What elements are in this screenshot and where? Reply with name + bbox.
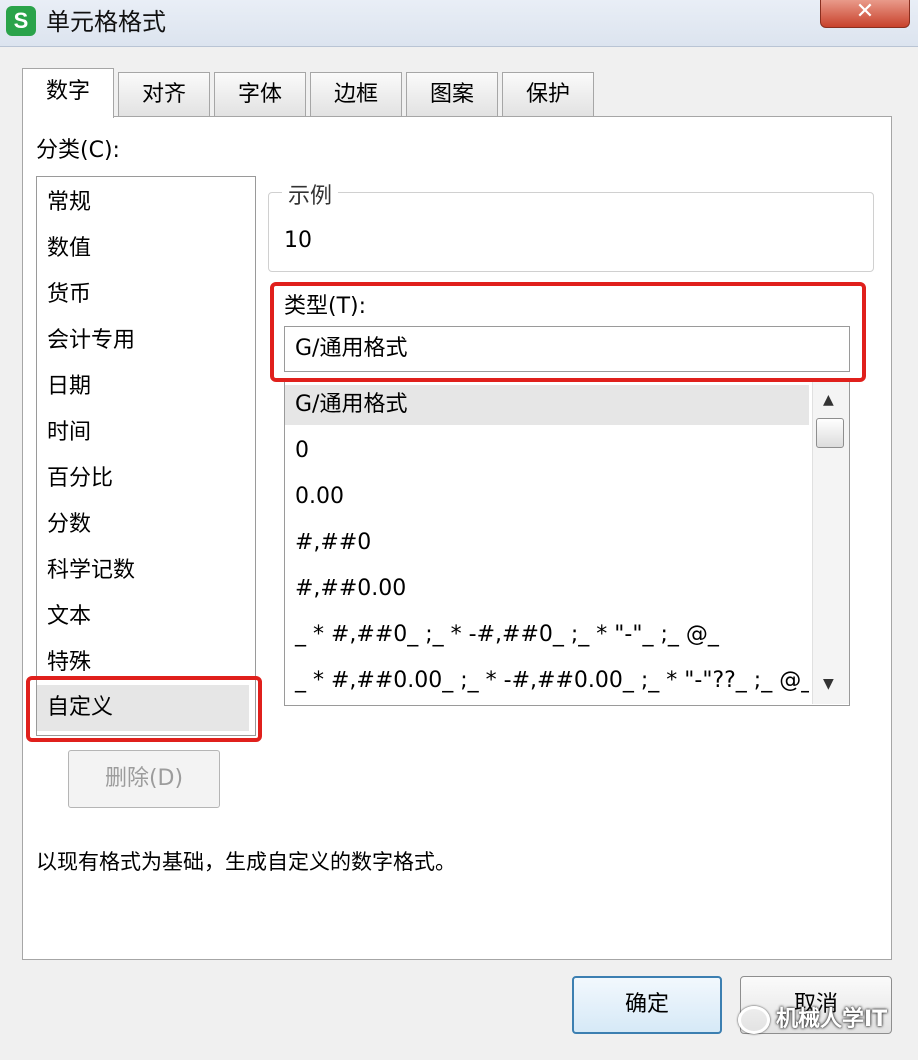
category-item-number[interactable]: 数值 xyxy=(47,233,91,265)
type-highlight-box xyxy=(270,282,866,382)
description-text: 以现有格式为基础，生成自定义的数字格式。 xyxy=(36,850,456,874)
category-item-fraction[interactable]: 分数 xyxy=(47,509,91,541)
watermark: 机械人学IT xyxy=(738,1000,887,1040)
category-item-percentage[interactable]: 百分比 xyxy=(47,463,113,495)
ok-button[interactable]: 确定 xyxy=(572,976,722,1034)
category-item-time[interactable]: 时间 xyxy=(47,417,91,449)
scroll-down-arrow-icon[interactable]: ▼ xyxy=(823,676,834,692)
format-item[interactable]: _ * #,##0_ ;_ * -#,##0_ ;_ * "-"_ ;_ @_ xyxy=(285,615,809,655)
tab-border[interactable]: 边框 xyxy=(310,72,402,116)
format-item[interactable]: #,##0 xyxy=(285,523,809,563)
custom-highlight-box xyxy=(26,676,262,742)
close-button[interactable]: ✕ xyxy=(820,0,910,28)
category-item-special[interactable]: 特殊 xyxy=(47,647,91,679)
delete-button[interactable]: 删除(D) xyxy=(68,750,220,808)
window-title: 单元格格式 xyxy=(46,8,166,36)
format-item[interactable]: 0 xyxy=(285,431,809,471)
category-item-general[interactable]: 常规 xyxy=(47,187,91,219)
tab-font[interactable]: 字体 xyxy=(214,72,306,116)
category-item-accounting[interactable]: 会计专用 xyxy=(47,325,135,357)
category-item-scientific[interactable]: 科学记数 xyxy=(47,555,135,587)
wps-spreadsheet-icon: S xyxy=(6,6,36,36)
wechat-logo-icon xyxy=(738,1006,770,1034)
format-item[interactable]: G/通用格式 xyxy=(285,385,809,425)
category-item-date[interactable]: 日期 xyxy=(47,371,91,403)
format-list-scrollbar[interactable]: ▲ ▼ xyxy=(812,382,849,704)
title-bar: S 单元格格式 ✕ xyxy=(0,0,918,47)
sample-group xyxy=(268,192,874,272)
tab-alignment[interactable]: 对齐 xyxy=(118,72,210,116)
watermark-text: 机械人学IT xyxy=(776,1007,888,1032)
scroll-up-arrow-icon[interactable]: ▲ xyxy=(823,392,834,408)
format-item[interactable]: 0.00 xyxy=(285,477,809,517)
sample-value: 10 xyxy=(284,228,312,253)
format-item[interactable]: _ * #,##0.00_ ;_ * -#,##0.00_ ;_ * "-"??… xyxy=(285,661,809,701)
tab-pattern[interactable]: 图案 xyxy=(406,72,498,116)
category-item-currency[interactable]: 货币 xyxy=(47,279,91,311)
format-item[interactable]: #,##0.00 xyxy=(285,569,809,609)
scrollbar-thumb[interactable] xyxy=(816,418,844,448)
category-list[interactable]: 常规 数值 货币 会计专用 日期 时间 百分比 分数 科学记数 文本 特殊 自定… xyxy=(36,176,256,736)
tab-number[interactable]: 数字 xyxy=(22,68,114,118)
tab-protection[interactable]: 保护 xyxy=(502,72,594,116)
sample-title: 示例 xyxy=(282,178,339,210)
category-label: 分类(C): xyxy=(36,138,120,163)
category-item-text[interactable]: 文本 xyxy=(47,601,91,633)
format-code-list[interactable]: G/通用格式 0 0.00 #,##0 #,##0.00 _ * #,##0_ … xyxy=(284,380,850,706)
